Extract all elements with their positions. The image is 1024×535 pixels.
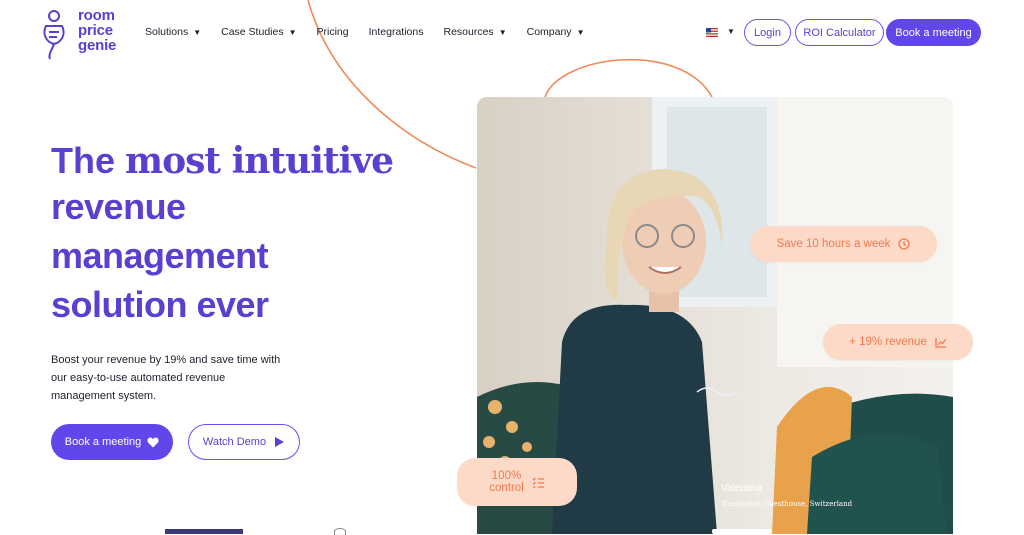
roi-calculator-button[interactable]: ROI Calculator — [795, 19, 884, 46]
nav-item-case-studies[interactable]: Case Studies ▼ — [221, 26, 296, 38]
clock-icon — [898, 238, 911, 250]
book-meeting-header-button[interactable]: Book a meeting — [886, 19, 981, 46]
nav-item-resources[interactable]: Resources ▼ — [443, 26, 506, 38]
revenue-label: + 19% revenue — [849, 336, 927, 348]
nav-item-integrations[interactable]: Integrations — [369, 26, 424, 38]
nav-item-company[interactable]: Company ▼ — [527, 26, 585, 38]
logo-wordmark: room price genie — [78, 8, 116, 53]
control-line-2: control — [489, 482, 524, 494]
control-text: 100% control — [489, 470, 524, 494]
watch-demo-button[interactable]: Watch Demo — [188, 424, 300, 460]
logo-line: price — [78, 22, 113, 39]
logo-line: room — [78, 7, 115, 24]
language-chevron-icon[interactable]: ▼ — [727, 27, 735, 36]
nav-item-label: Company — [526, 26, 572, 38]
nav-item-label: Resources — [443, 26, 494, 38]
revenue-badge: + 19% revenue — [823, 324, 973, 360]
chevron-down-icon: ▼ — [498, 27, 507, 37]
control-line-1: 100% — [491, 470, 522, 482]
hero-title-serif: most intuitive — [125, 140, 394, 182]
genie-lamp-icon — [43, 10, 65, 60]
below-fold-preview — [165, 529, 243, 534]
nav-item-label: Solutions — [145, 26, 189, 38]
control-badge: 100% control — [457, 458, 577, 506]
nav-item-label: Case Studies — [221, 26, 284, 38]
testimonial-name: Valentina — [721, 483, 762, 494]
logo-line: genie — [78, 37, 117, 54]
nav-item-solutions[interactable]: Solutions ▼ — [145, 26, 201, 38]
main-nav: Solutions ▼ Case Studies ▼ Pricing Integ… — [145, 26, 584, 38]
watch-demo-label: Watch Demo — [202, 436, 267, 448]
nav-item-label: Pricing — [316, 26, 349, 38]
brand-logo[interactable]: room price genie — [40, 8, 116, 60]
nav-item-label: Integrations — [368, 26, 424, 38]
hero-subtitle: Boost your revenue by 19% and save time … — [51, 354, 281, 402]
play-icon — [275, 437, 285, 447]
hero-title: The most intuitive revenue management so… — [51, 140, 394, 329]
us-flag-icon[interactable] — [706, 28, 718, 37]
save-time-badge: Save 10 hours a week — [750, 226, 937, 262]
nav-item-pricing[interactable]: Pricing — [317, 26, 349, 38]
chevron-down-icon: ▼ — [288, 27, 297, 37]
login-button[interactable]: Login — [744, 19, 791, 46]
testimonial-place: Wanderlust Guesthouse, Switzerland — [721, 500, 853, 508]
chart-icon — [935, 337, 946, 348]
save-time-label: Save 10 hours a week — [776, 238, 891, 250]
hero-title-line-3: management — [51, 235, 269, 276]
chevron-down-icon: ▼ — [193, 27, 202, 37]
list-icon — [532, 477, 544, 488]
heart-icon — [147, 437, 159, 447]
hero-title-line-1: The most intuitive — [51, 140, 394, 182]
hero-title-line-2: revenue — [51, 186, 186, 227]
hero-title-word: The — [51, 140, 116, 181]
book-meeting-label: Book a meeting — [64, 436, 142, 448]
chevron-down-icon: ▼ — [576, 27, 585, 37]
hero-title-line-4: solution ever — [51, 284, 269, 325]
book-meeting-button[interactable]: Book a meeting — [51, 424, 173, 460]
